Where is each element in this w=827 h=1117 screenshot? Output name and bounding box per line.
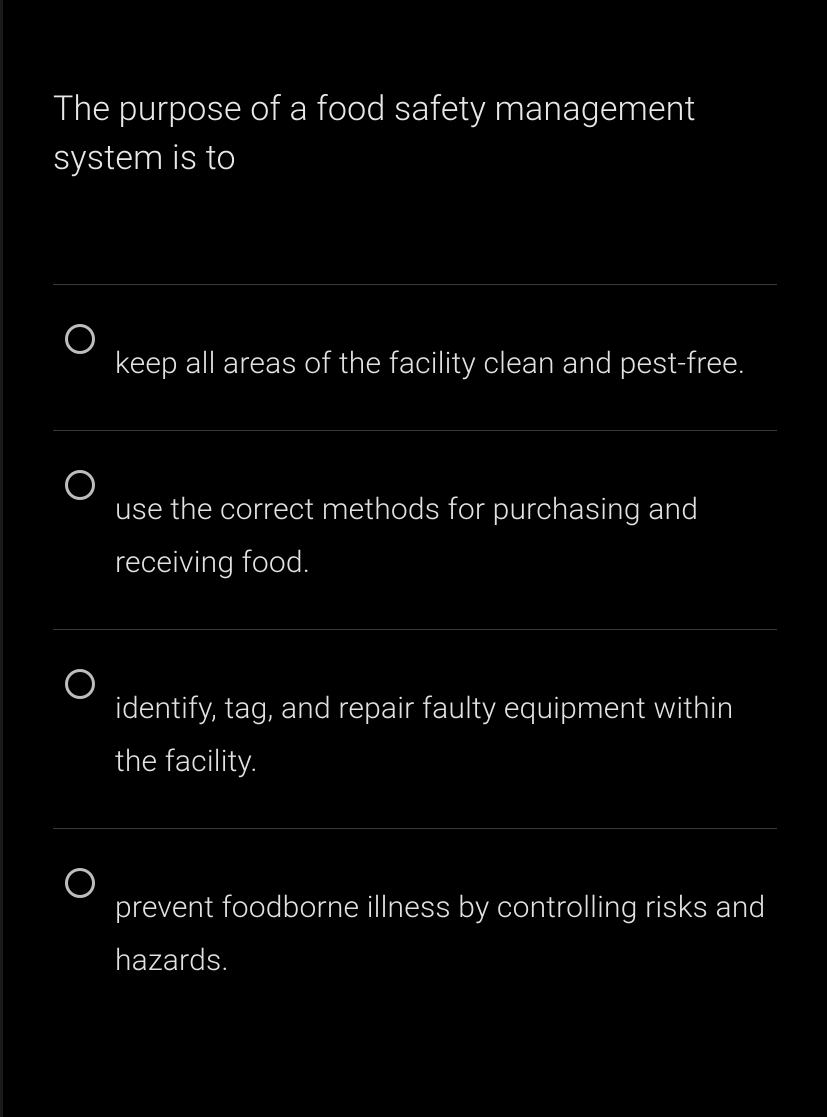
- question-container: The purpose of a food safety management …: [3, 0, 827, 1027]
- option-label: identify, tag, and repair faulty equipme…: [115, 665, 777, 788]
- option-label: use the correct methods for purchasing a…: [115, 466, 777, 589]
- question-prompt: The purpose of a food safety management …: [53, 85, 777, 184]
- option-row-3[interactable]: prevent foodborne illness by controlling…: [53, 828, 777, 1027]
- option-row-1[interactable]: use the correct methods for purchasing a…: [53, 430, 777, 629]
- radio-icon[interactable]: [65, 324, 95, 354]
- options-list: keep all areas of the facility clean and…: [53, 284, 777, 1028]
- radio-icon[interactable]: [65, 868, 95, 898]
- option-row-2[interactable]: identify, tag, and repair faulty equipme…: [53, 629, 777, 828]
- radio-icon[interactable]: [65, 470, 95, 500]
- radio-icon[interactable]: [65, 669, 95, 699]
- option-label: keep all areas of the facility clean and…: [115, 320, 745, 391]
- option-row-0[interactable]: keep all areas of the facility clean and…: [53, 284, 777, 431]
- option-label: prevent foodborne illness by controlling…: [115, 864, 777, 987]
